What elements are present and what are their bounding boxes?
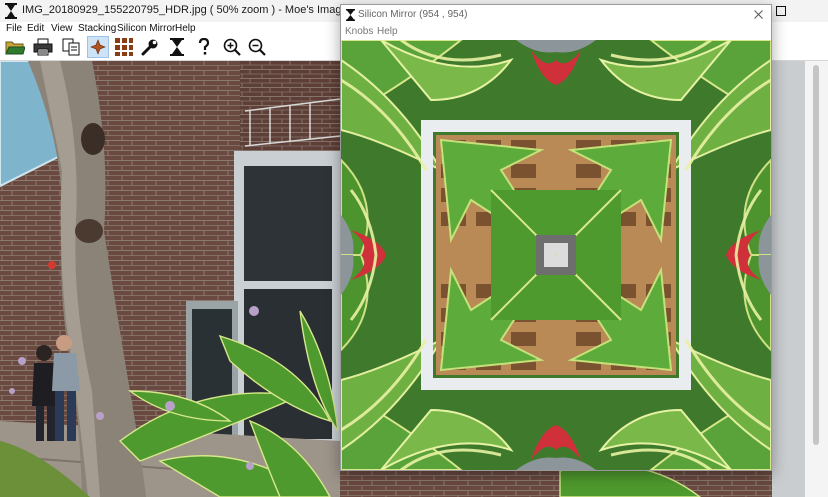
close-icon bbox=[753, 9, 763, 19]
help-icon bbox=[198, 38, 210, 55]
help-button[interactable] bbox=[193, 36, 215, 58]
zoom-in-button[interactable] bbox=[221, 36, 243, 58]
grid-icon bbox=[115, 38, 133, 56]
menu-stacking[interactable]: Stacking bbox=[78, 22, 116, 35]
mirror-titlebar[interactable]: Silicon Mirror (954 , 954) bbox=[341, 5, 771, 25]
kaleidoscope-image bbox=[341, 40, 771, 470]
vertical-scrollbar[interactable] bbox=[805, 61, 828, 497]
mirror-window-title: Silicon Mirror (954 , 954) bbox=[358, 9, 468, 20]
menu-view[interactable]: View bbox=[51, 22, 73, 35]
close-button[interactable] bbox=[751, 7, 765, 21]
zoom-in-icon bbox=[223, 38, 241, 56]
silicon-mirror-window: Silicon Mirror (954 , 954) Knobs Help bbox=[340, 4, 772, 471]
zoom-out-icon bbox=[248, 38, 266, 56]
window-title: IMG_20180929_155220795_HDR.jpg ( 50% zoo… bbox=[22, 4, 385, 16]
open-button[interactable] bbox=[4, 36, 26, 58]
kaleidoscope-canvas[interactable] bbox=[341, 40, 771, 470]
menu-silicon-mirror[interactable]: Silicon Mirror bbox=[117, 22, 175, 35]
wrench-icon bbox=[141, 39, 158, 56]
maximize-icon bbox=[776, 6, 786, 16]
menu-mirror-help[interactable]: Help bbox=[377, 26, 398, 37]
mirror-menubar: Knobs Help bbox=[341, 25, 771, 40]
copy-button[interactable] bbox=[60, 36, 82, 58]
tools-button[interactable] bbox=[139, 36, 161, 58]
menu-edit[interactable]: Edit bbox=[27, 22, 44, 35]
hourglass-icon bbox=[346, 9, 355, 21]
silicon-mirror-button[interactable] bbox=[166, 36, 188, 58]
copy-icon bbox=[62, 38, 80, 56]
scrollbar-thumb[interactable] bbox=[813, 65, 819, 445]
menu-file[interactable]: File bbox=[6, 22, 22, 35]
hourglass-icon bbox=[170, 38, 184, 56]
star-marker-button[interactable] bbox=[87, 36, 109, 58]
print-button[interactable] bbox=[32, 36, 54, 58]
hourglass-icon bbox=[5, 3, 17, 19]
menu-help[interactable]: Help bbox=[175, 22, 196, 35]
grid-button[interactable] bbox=[113, 36, 135, 58]
open-folder-icon bbox=[5, 41, 25, 55]
print-icon bbox=[33, 38, 53, 56]
star-marker-icon bbox=[90, 39, 106, 55]
menu-knobs[interactable]: Knobs bbox=[345, 26, 373, 37]
zoom-out-button[interactable] bbox=[246, 36, 268, 58]
